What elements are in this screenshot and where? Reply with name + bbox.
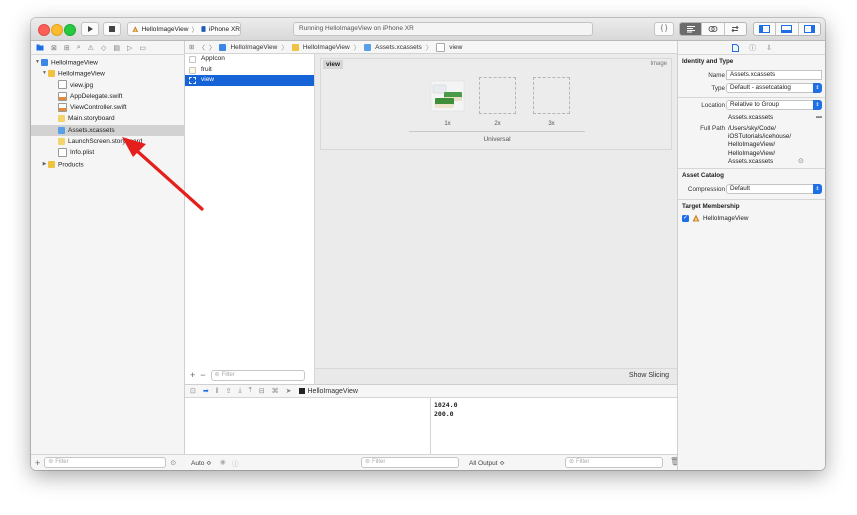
annotation-arrow <box>122 137 204 211</box>
